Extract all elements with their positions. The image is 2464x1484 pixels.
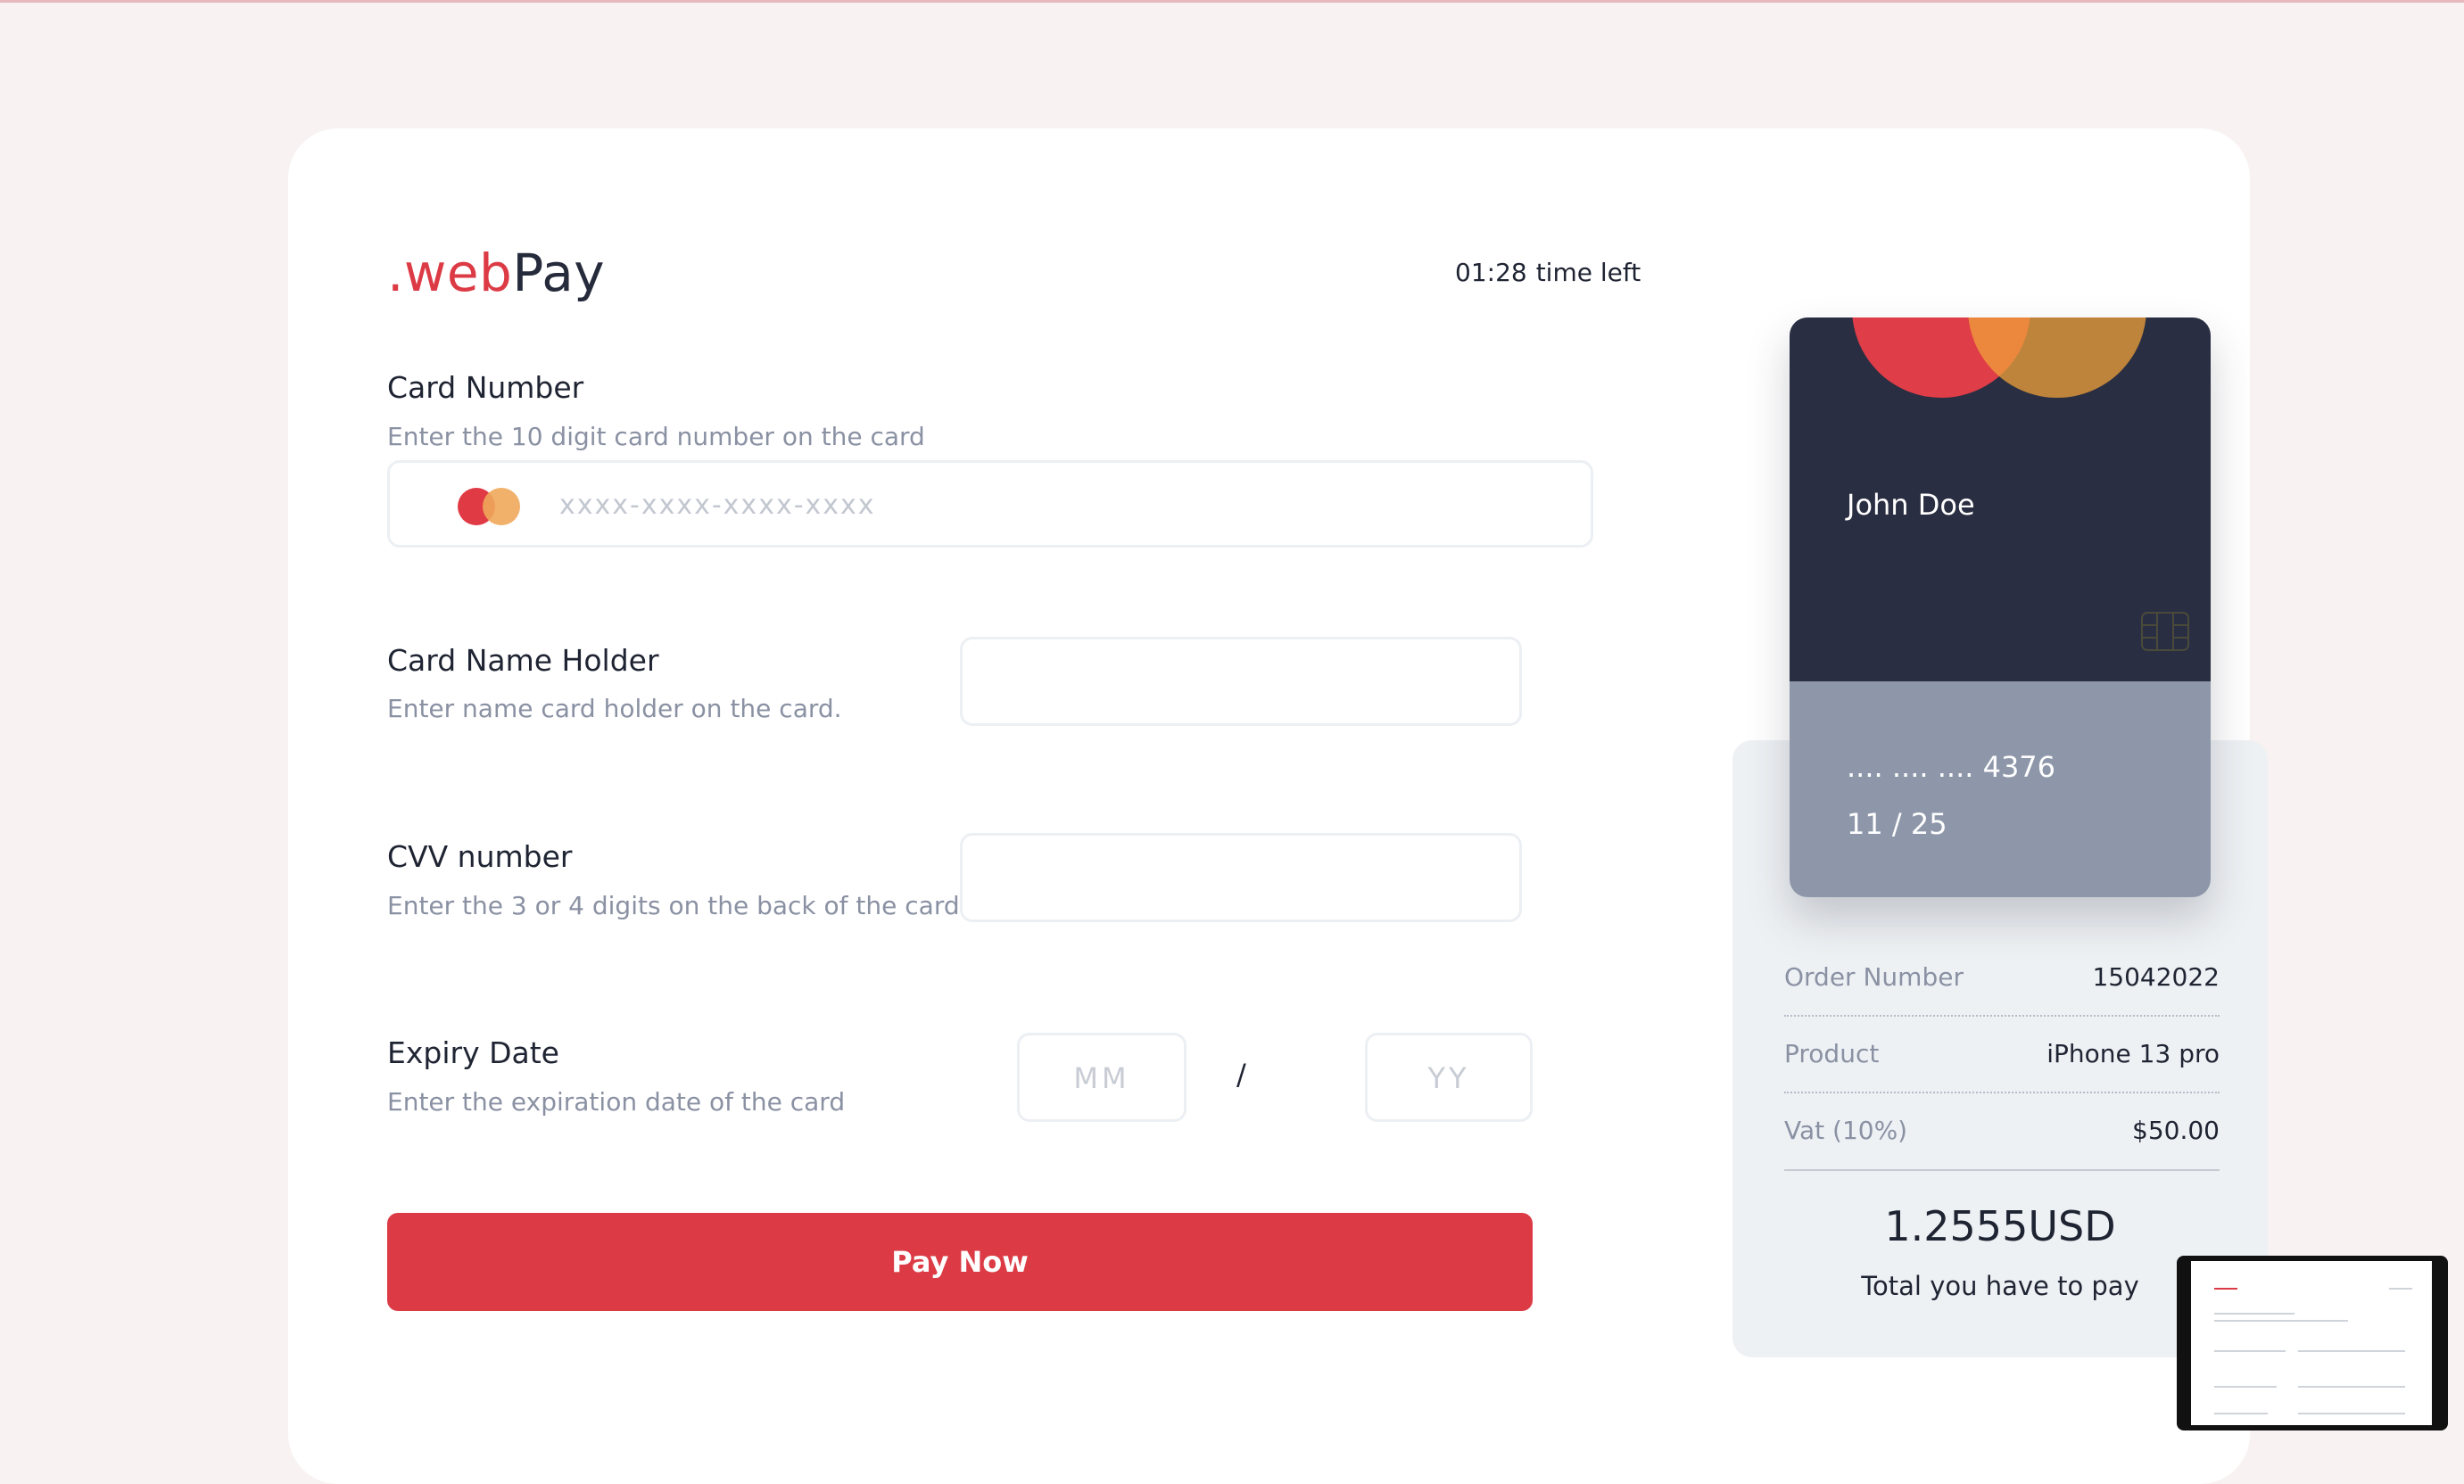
expiry-year-placeholder: YY [1427, 1061, 1470, 1095]
card-preview-front: John Doe [1790, 317, 2211, 681]
expiry-year-input[interactable]: YY [1365, 1033, 1533, 1122]
timer-value: 01:28 [1455, 258, 1527, 287]
card-holder-input[interactable] [960, 637, 1522, 726]
summary-row-label: Product [1784, 1039, 1880, 1068]
expiry-hint: Enter the expiration date of the card [387, 1087, 846, 1117]
card-masked-number: .... .... .... 4376 [1847, 750, 2056, 784]
summary-row-label: Order Number [1784, 962, 1964, 992]
card-holder-label: Card Name Holder [387, 643, 659, 678]
expiry-month-placeholder: MM [1073, 1061, 1130, 1095]
mastercard-icon [458, 488, 520, 525]
logo-prefix: .web [387, 243, 513, 303]
card-number-label: Card Number [387, 370, 584, 405]
card-number-input[interactable]: xxxx-xxxx-xxxx-xxxx [387, 460, 1593, 548]
mastercard-logo-orange [1968, 317, 2146, 398]
divider [1784, 1169, 2220, 1171]
cvv-input[interactable] [960, 833, 1522, 922]
timer-label: time left [1535, 258, 1641, 287]
expiry-month-input[interactable]: MM [1017, 1033, 1187, 1122]
preview-thumbnail[interactable] [2177, 1256, 2448, 1430]
card-preview: John Doe .... .... .... 4376 11 / 25 [1790, 317, 2211, 897]
summary-row-order-number: Order Number 15042022 [1784, 960, 2220, 995]
webpay-logo: .webPay [387, 239, 605, 307]
card-number-placeholder: xxxx-xxxx-xxxx-xxxx [559, 490, 876, 521]
divider [1784, 1092, 2220, 1093]
divider [1784, 1015, 2220, 1017]
summary-row-product: Product iPhone 13 pro [1784, 1036, 2220, 1072]
total-amount: 1.2555USD [1884, 1202, 2116, 1250]
card-number-hint: Enter the 10 digit card number on the ca… [387, 422, 925, 451]
expiry-label: Expiry Date [387, 1035, 559, 1070]
summary-row-vat: Vat (10%) $50.00 [1784, 1113, 2220, 1149]
summary-row-label: Vat (10%) [1784, 1116, 1908, 1145]
countdown-timer: 01:28 time left [1455, 257, 1641, 289]
chip-icon [2141, 612, 2189, 651]
summary-row-value: 15042022 [2092, 962, 2220, 992]
card-holder-name: John Doe [1847, 488, 1975, 522]
card-expiry: 11 / 25 [1847, 807, 1947, 841]
cvv-hint: Enter the 3 or 4 digits on the back of t… [387, 891, 960, 920]
logo-suffix: Pay [512, 243, 606, 303]
card-holder-hint: Enter name card holder on the card. [387, 694, 842, 723]
expiry-separator: / [1236, 1058, 1246, 1092]
top-border [0, 0, 2464, 3]
card-preview-details: .... .... .... 4376 11 / 25 [1790, 681, 2211, 897]
summary-row-value: iPhone 13 pro [2046, 1039, 2220, 1068]
pay-now-button[interactable]: Pay Now [387, 1213, 1533, 1311]
thumbnail-page [2191, 1261, 2432, 1425]
summary-row-value: $50.00 [2132, 1116, 2220, 1145]
cvv-label: CVV number [387, 839, 573, 874]
